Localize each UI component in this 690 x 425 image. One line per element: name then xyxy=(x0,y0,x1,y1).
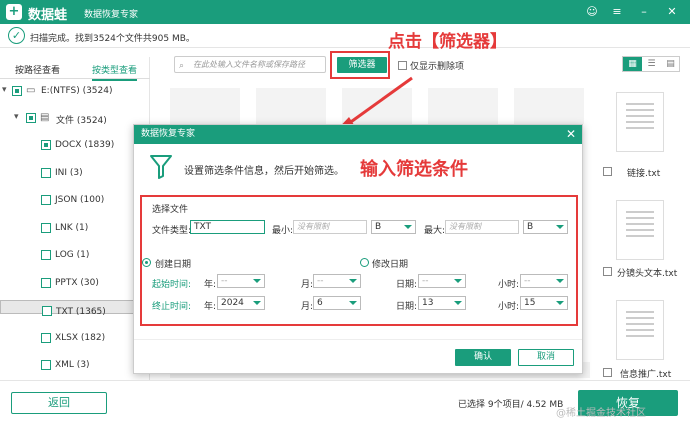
hour-label: 小时: xyxy=(498,280,520,290)
max-size-input[interactable]: 没有限制 xyxy=(445,220,519,234)
funnel-icon xyxy=(150,155,172,179)
dialog-title: 数据恢复专家 xyxy=(134,125,582,144)
start-hour-select[interactable]: -- xyxy=(520,274,568,288)
selection-info: 已选择 9个项目/ 4.52 MB xyxy=(458,400,564,410)
dropdown-arrow-icon xyxy=(556,301,564,305)
created-date-radio[interactable] xyxy=(142,258,151,267)
min-unit-value: B xyxy=(375,222,382,232)
day-label: 日期: xyxy=(396,302,418,312)
dropdown-arrow-icon xyxy=(253,279,261,283)
end-year-value: 2024 xyxy=(221,298,244,308)
dropdown-arrow-icon xyxy=(454,279,462,283)
start-hour-value: -- xyxy=(524,276,531,286)
end-hour-select[interactable]: 15 xyxy=(520,296,568,310)
start-day-value: -- xyxy=(422,276,429,286)
created-date-label: 创建日期 xyxy=(155,260,192,270)
start-month-value: -- xyxy=(317,276,324,286)
end-day-select[interactable]: 13 xyxy=(418,296,466,310)
max-size-label: 最大: xyxy=(424,226,446,236)
end-year-select[interactable]: 2024 xyxy=(217,296,265,310)
start-day-select[interactable]: -- xyxy=(418,274,466,288)
min-size-input[interactable]: 没有限制 xyxy=(293,220,367,234)
hour-label: 小时: xyxy=(498,302,520,312)
cancel-button[interactable]: 取消 xyxy=(518,349,574,366)
end-month-select[interactable]: 6 xyxy=(313,296,361,310)
max-unit-select[interactable]: B xyxy=(523,220,568,234)
year-label: 年: xyxy=(204,280,217,290)
year-label: 年: xyxy=(204,302,217,312)
dropdown-arrow-icon xyxy=(253,301,261,305)
dialog-hint: 设置筛选条件信息，然后开始筛选。 xyxy=(184,166,344,177)
back-button[interactable]: 返回 xyxy=(11,392,107,414)
min-unit-select[interactable]: B xyxy=(371,220,416,234)
start-year-select[interactable]: -- xyxy=(217,274,265,288)
watermark: @稀土掘金技术社区 xyxy=(556,408,646,419)
start-month-select[interactable]: -- xyxy=(313,274,361,288)
month-label: 月: xyxy=(301,302,314,312)
confirm-button[interactable]: 确认 xyxy=(455,349,511,366)
modified-date-label: 修改日期 xyxy=(372,260,409,270)
end-day-value: 13 xyxy=(422,298,434,308)
dropdown-arrow-icon xyxy=(556,279,564,283)
file-type-input[interactable]: TXT xyxy=(190,220,265,234)
dropdown-arrow-icon xyxy=(349,279,357,283)
annotation-input-conditions: 输入筛选条件 xyxy=(360,159,468,180)
filter-dialog: 数据恢复专家 ✕ 设置筛选条件信息，然后开始筛选。 输入筛选条件 选择文件 文件… xyxy=(133,124,583,374)
start-time-label: 起始时间: xyxy=(152,280,192,290)
max-unit-value: B xyxy=(527,222,534,232)
end-month-value: 6 xyxy=(317,298,323,308)
end-time-label: 终止时间: xyxy=(152,302,192,312)
file-type-label: 文件类型: xyxy=(152,226,192,236)
start-year-value: -- xyxy=(221,276,228,286)
end-hour-value: 15 xyxy=(524,298,536,308)
modified-date-radio[interactable] xyxy=(360,258,369,267)
section-select-file: 选择文件 xyxy=(152,205,189,215)
dialog-footer-divider xyxy=(134,339,582,340)
dropdown-arrow-icon xyxy=(349,301,357,305)
dropdown-arrow-icon xyxy=(404,225,412,229)
month-label: 月: xyxy=(301,280,314,290)
annotation-click-filter: 点击【筛选器】 xyxy=(388,32,507,52)
min-size-label: 最小: xyxy=(272,226,294,236)
day-label: 日期: xyxy=(396,280,418,290)
dropdown-arrow-icon xyxy=(556,225,564,229)
dropdown-arrow-icon xyxy=(454,301,462,305)
dialog-close-icon[interactable]: ✕ xyxy=(566,125,576,144)
